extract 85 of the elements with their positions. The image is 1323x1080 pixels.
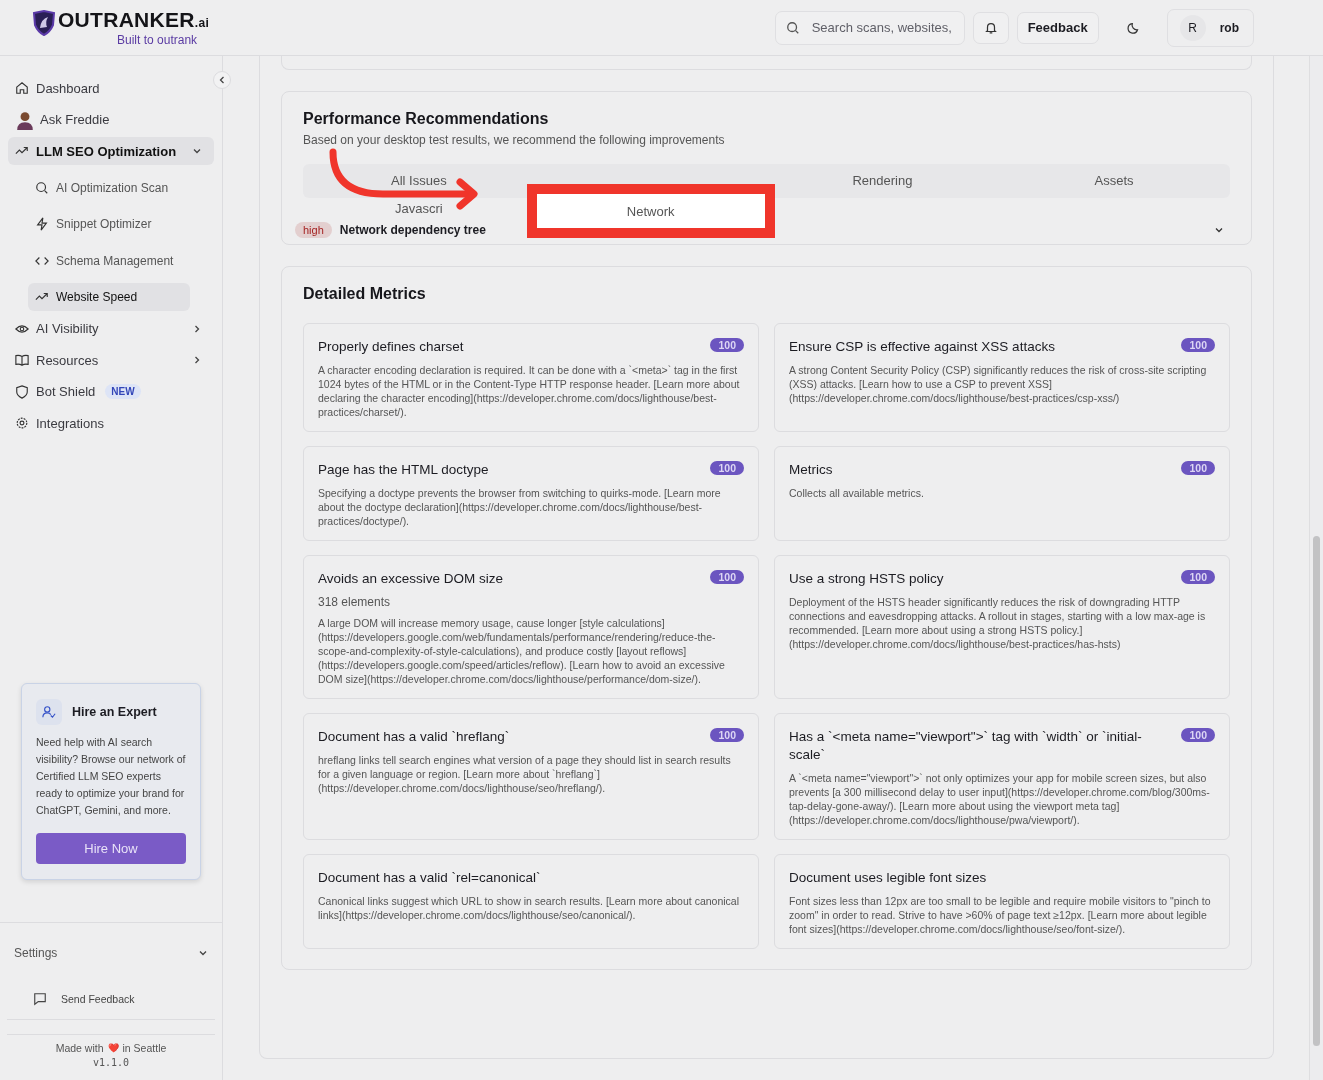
- tab[interactable]: All Issues: [391, 172, 447, 188]
- user-check-icon: [36, 699, 62, 725]
- nav-item[interactable]: LLM SEO Optimization: [8, 137, 214, 165]
- score-badge: 100: [710, 570, 744, 584]
- logo-tagline: Built to outrank: [117, 34, 198, 46]
- chat-icon: [33, 992, 47, 1006]
- promo-title: Hire an Expert: [72, 705, 157, 719]
- score-badge: 100: [1181, 570, 1215, 584]
- nav-item[interactable]: Integrations: [8, 409, 214, 437]
- tab[interactable]: Javascri: [395, 200, 443, 216]
- metric-description: Collects all available metrics.: [789, 486, 925, 500]
- nav-subitem[interactable]: Schema Management: [28, 246, 190, 275]
- metric-description: A strong Content Security Policy (CSP) significantly reduces the risk of cross-site scripting (XSS) attacks. [Learn how to use a CSP to prevent XSS](https://developer.chrome.com/docs/lighthouse/best-practices/csp-xss/): [789, 363, 1208, 405]
- feedback-button[interactable]: Feedback: [1016, 11, 1099, 44]
- metric-title: Metrics: [789, 461, 833, 479]
- severity-badge: high: [295, 222, 332, 238]
- version-text: v1.1.0: [92, 1057, 130, 1068]
- metric-title: Page has the HTML doctype: [318, 461, 489, 479]
- home-icon: [15, 81, 29, 95]
- issue-title: Network dependency tree: [339, 223, 486, 237]
- nav-subitem[interactable]: AI Optimization Scan: [28, 173, 190, 202]
- person-avatar-icon: [15, 109, 35, 130]
- metric-title: Ensure CSP is effective against XSS attacks: [789, 338, 1055, 356]
- nav-subitem[interactable]: Snippet Optimizer: [28, 210, 190, 238]
- metric-description: A character encoding declaration is required. It can be done with a `<meta>` tag in the first 1024 bytes of the HTML or in the Content-Type HTTP response header. [Learn more about declaring the character encoding](https://developer.chrome.com/docs/lighthouse/best-practices/charset/).: [318, 363, 741, 419]
- metric-description: A large DOM will increase memory usage, cause longer [style calculations](https://developers.google.com/web/fundamentals/performance/rendering/reduce-the-scope-and-complexity-of-style-calculations), and produce costly [layout reflows](https://developers.google.com/speed/articles/reflow). [Learn how to avoid an excessive DOM size](https://developer.chrome.com/docs/lighthouse/performance/dom-size/).: [318, 616, 726, 686]
- footer-text: in Seattle: [122, 1042, 167, 1054]
- logo-shield-icon: [31, 9, 56, 36]
- section-title: Performance Recommendations: [303, 110, 550, 128]
- nav-item[interactable]: Bot Shield NEW: [8, 377, 214, 406]
- logo-suffix: .ai: [194, 16, 210, 30]
- score-badge: 100: [710, 338, 744, 352]
- gear-icon: [15, 416, 29, 430]
- metric-title: Properly defines charset: [318, 338, 464, 356]
- collapse-sidebar-button[interactable]: [213, 71, 231, 89]
- bolt-icon: [35, 217, 49, 231]
- metric-description: hreflang links tell search engines what version of a page they should list in search results for a given language or region. [Learn more about `hreflang`](https://developer.chrome.com/docs/lighthouse/seo/hreflang/).: [318, 753, 732, 795]
- footer-text: Made with: [55, 1042, 104, 1054]
- search-field[interactable]: Search scans, websites,: [774, 10, 965, 45]
- user-avatar: R: [1179, 14, 1206, 41]
- metric-title: Avoids an excessive DOM size: [318, 570, 504, 588]
- metric-title: Document has a valid `hreflang`: [318, 728, 510, 746]
- score-badge: 100: [1181, 338, 1215, 352]
- promo-text: Need help with AI search visibility? Browse our network of Certified LLM SEO experts ready to optimize your brand for ChatGPT, Gemini, and more.: [36, 735, 186, 818]
- chevron-left-icon: [217, 75, 227, 85]
- nav-subitem[interactable]: Website Speed: [28, 283, 190, 311]
- metric-description: Font sizes less than 12px are too small to be legible and require mobile visitors to "pinch to zoom" in order to read. Strive to have >60% of page text ≥12px. [Learn more about legible font sizes](https://developer.chrome.com/docs/lighthouse/seo/font-size/).: [789, 894, 1212, 936]
- nav-item[interactable]: Ask Freddie: [8, 105, 214, 134]
- section-subtitle: Based on your desktop test results, we recommend the following improvements: [303, 133, 726, 147]
- book-icon: [15, 353, 29, 367]
- metric-description: Canonical links suggest which URL to show in search results. [Learn more about canonical links](https://developer.chrome.com/docs/lighthouse/seo/canonical/).: [318, 894, 740, 922]
- metric-description: Deployment of the HSTS header significantly reduces the risk of downgrading HTTP connections and eavesdropping attacks. A rollout in stages, starting with a low max-age is recommended. [Learn more about using a strong HSTS policy.](https://developer.chrome.com/docs/lighthouse/best-practices/has-hsts): [789, 595, 1207, 651]
- metric-title: Document uses legible font sizes: [789, 869, 987, 887]
- shield-icon: [15, 384, 29, 399]
- settings-toggle[interactable]: Settings: [0, 922, 222, 969]
- search-icon: [35, 180, 49, 195]
- nav-item[interactable]: Resources: [8, 346, 214, 374]
- score-badge: 100: [710, 728, 744, 742]
- score-badge: 100: [1181, 461, 1215, 475]
- section-title: Detailed Metrics: [303, 285, 427, 303]
- search-icon: [785, 20, 800, 35]
- tab[interactable]: Network: [526, 184, 775, 238]
- logo-wordmark: OUTRANKER: [57, 8, 195, 31]
- moon-icon[interactable]: [1126, 20, 1141, 35]
- nav-item[interactable]: AI Visibility: [8, 314, 214, 343]
- nav-item[interactable]: Dashboard: [8, 74, 214, 102]
- user-menu[interactable]: R rob: [1166, 8, 1254, 47]
- tab[interactable]: Rendering: [852, 172, 913, 188]
- metric-title: Has a `<meta name="viewport">` tag with `width` or `initial-scale`: [789, 728, 1143, 764]
- heart-icon: ❤: [107, 1043, 119, 1053]
- new-badge: NEW: [105, 384, 141, 399]
- metric-description: Specifying a doctype prevents the browser from switching to quirks-mode. [Learn more about the doctype declaration](https://developer.chrome.com/docs/lighthouse/best-practices/doctype/).: [318, 486, 722, 528]
- send-feedback-link[interactable]: Send Feedback: [7, 979, 215, 1020]
- metric-value: 318 elements: [318, 595, 392, 609]
- metric-title: Document has a valid `rel=canonical`: [318, 869, 541, 887]
- metric-title: Use a strong HSTS policy: [789, 570, 944, 588]
- hire-now-button[interactable]: Hire Now: [36, 833, 186, 864]
- tab[interactable]: Assets: [1094, 172, 1134, 188]
- metric-description: A `<meta name="viewport">` not only optimizes your app for mobile screen sizes, but also prevents [a 300 millisecond delay to user input](https://developer.chrome.com/blog/300ms-tap-delay-gone-away/). [Learn more about using the viewport meta tag](https://developer.chrome.com/docs/lighthouse/pwa/viewport/).: [789, 771, 1211, 827]
- user-name: rob: [1219, 20, 1239, 35]
- score-badge: 100: [1181, 728, 1215, 742]
- score-badge: 100: [710, 461, 744, 475]
- bell-icon: [983, 20, 998, 35]
- chevron-icon: [198, 948, 208, 958]
- notifications-button[interactable]: [972, 11, 1009, 44]
